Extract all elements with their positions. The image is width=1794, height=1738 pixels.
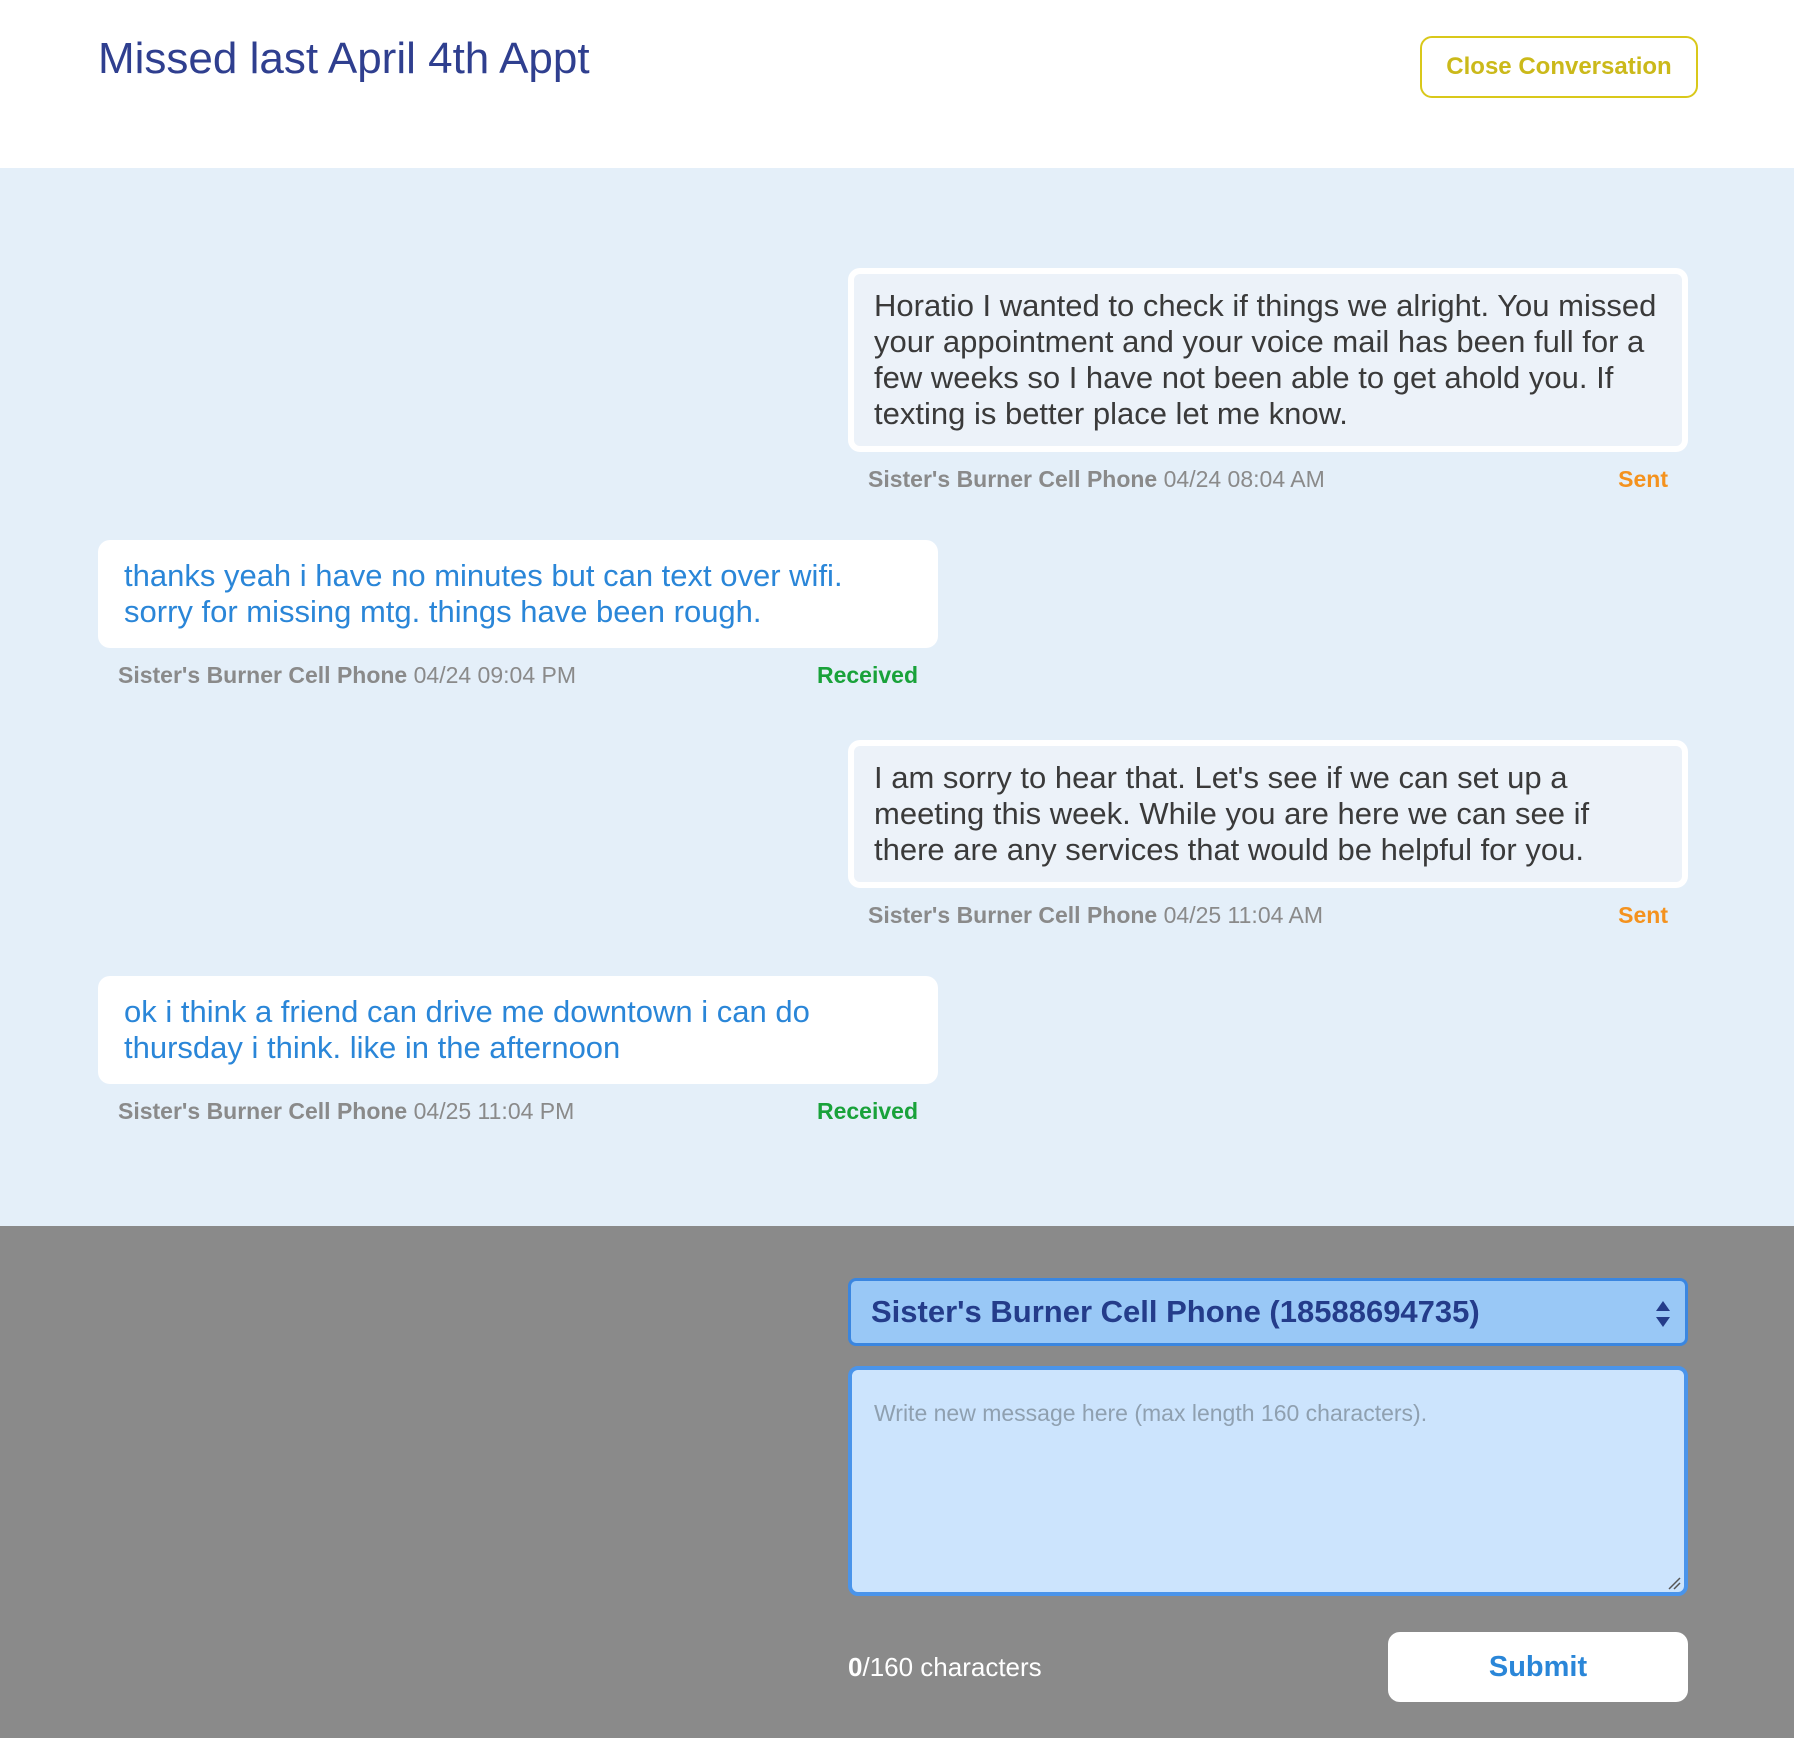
message-sender: Sister's Burner Cell Phone (118, 1098, 408, 1124)
submit-button[interactable]: Submit (1388, 1632, 1688, 1702)
message-timestamp: 04/25 11:04 PM (413, 1098, 575, 1124)
message-received: ok i think a friend can drive me downtow… (98, 976, 938, 1125)
recipient-selected-value: Sister's Burner Cell Phone (18588694735) (871, 1294, 1480, 1329)
character-counter: 0/160 characters (848, 1652, 1042, 1683)
message-meta: Sister's Burner Cell Phone 04/25 11:04 P… (98, 1098, 938, 1125)
resize-grip-icon[interactable] (1667, 1576, 1681, 1590)
message-sent: Horatio I wanted to check if things we a… (848, 268, 1688, 493)
close-conversation-button[interactable]: Close Conversation (1420, 36, 1698, 98)
message-thread: Horatio I wanted to check if things we a… (0, 168, 1794, 1226)
message-input[interactable] (848, 1366, 1688, 1596)
recipient-select[interactable]: Sister's Burner Cell Phone (18588694735) (848, 1278, 1688, 1346)
message-received: thanks yeah i have no minutes but can te… (98, 540, 938, 689)
page-title: Missed last April 4th Appt (98, 34, 590, 83)
message-sender: Sister's Burner Cell Phone (868, 466, 1158, 492)
message-bubble: I am sorry to hear that. Let's see if we… (848, 740, 1688, 888)
message-meta: Sister's Burner Cell Phone 04/25 11:04 A… (848, 902, 1688, 929)
message-status-sent: Sent (1618, 466, 1668, 492)
conversation-header: Missed last April 4th Appt Close Convers… (0, 0, 1794, 168)
message-sent: I am sorry to hear that. Let's see if we… (848, 740, 1688, 929)
message-bubble: Horatio I wanted to check if things we a… (848, 268, 1688, 452)
message-timestamp: 04/24 08:04 AM (1163, 466, 1325, 492)
message-bubble: thanks yeah i have no minutes but can te… (98, 540, 938, 648)
message-sender: Sister's Burner Cell Phone (868, 902, 1158, 928)
message-sender: Sister's Burner Cell Phone (118, 662, 408, 688)
character-count: 0 (848, 1652, 863, 1682)
message-status-received: Received (816, 1098, 918, 1124)
message-status-received: Received (816, 662, 918, 688)
message-status-sent: Sent (1618, 902, 1668, 928)
message-bubble: ok i think a friend can drive me downtow… (98, 976, 938, 1084)
up-down-arrows-icon (1656, 1301, 1670, 1327)
message-meta: Sister's Burner Cell Phone 04/24 09:04 P… (98, 662, 938, 689)
character-limit-text: /160 characters (862, 1652, 1042, 1682)
message-meta: Sister's Burner Cell Phone 04/24 08:04 A… (848, 466, 1688, 493)
message-timestamp: 04/24 09:04 PM (413, 662, 577, 688)
message-composer: Sister's Burner Cell Phone (18588694735)… (0, 1226, 1794, 1738)
message-timestamp: 04/25 11:04 AM (1163, 902, 1324, 928)
